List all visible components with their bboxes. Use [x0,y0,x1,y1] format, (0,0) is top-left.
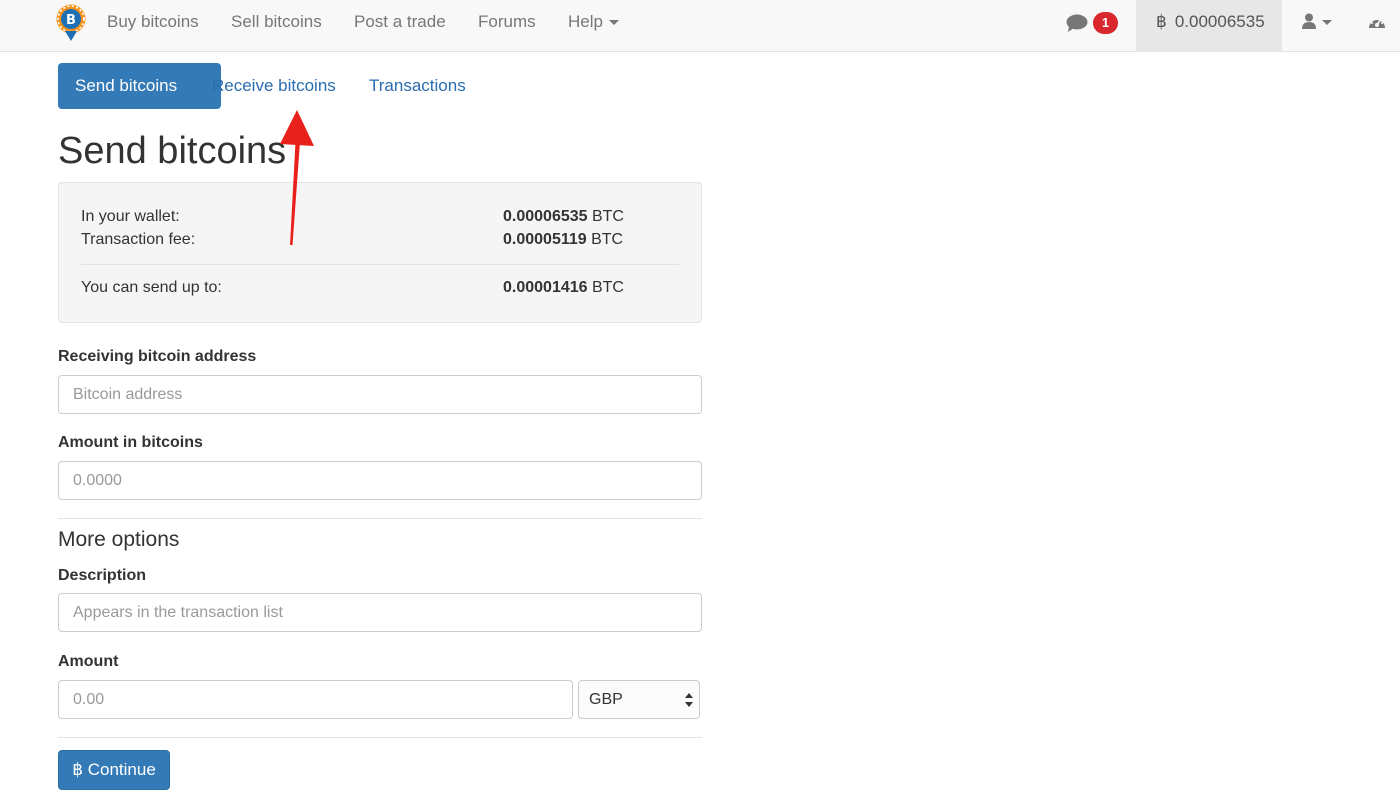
can-send-value: 0.00001416 BTC [503,279,624,297]
wallet-balance-nav[interactable]: ฿ 0.00006535 [1136,0,1282,52]
transaction-fee-label: Transaction fee: [81,231,196,248]
more-options-heading: More options [58,528,180,551]
amount-btc-input[interactable] [58,461,702,500]
wallet-summary-panel: In your wallet: 0.00006535 BTC Transacti… [58,182,702,323]
page-title: Send bitcoins [58,130,287,172]
user-icon [1302,13,1316,29]
section-divider [58,518,702,519]
description-input[interactable] [58,593,702,632]
nav-help-dropdown[interactable]: Help [568,0,619,44]
chat-bubble-icon [1066,14,1088,32]
nav-buy-bitcoins[interactable]: Buy bitcoins [107,0,199,44]
continue-label: Continue [87,760,156,779]
nav-help-label: Help [568,12,603,31]
messages-count-badge: 1 [1093,12,1118,34]
tab-transactions[interactable]: Transactions [352,63,483,109]
in-wallet-amount: 0.00006535 [503,208,588,225]
receiving-address-label: Receiving bitcoin address [58,348,257,365]
in-wallet-label: In your wallet: [81,208,180,225]
select-arrows-icon [685,693,693,707]
localbitcoins-logo[interactable]: B [55,3,87,43]
wallet-balance-value: 0.00006535 [1174,12,1265,31]
bitcoin-icon: ฿ [72,760,84,779]
amount-label: Amount [58,653,119,670]
messages-button[interactable]: 1 [1066,12,1122,34]
description-label: Description [58,567,147,584]
bitcoin-address-input[interactable] [58,375,702,414]
currency-selected-value: GBP [589,691,623,708]
user-menu-dropdown[interactable] [1302,13,1336,33]
svg-text:B: B [66,13,76,28]
transaction-fee-value: 0.00005119 BTC [503,231,623,249]
unit-label: BTC [591,279,624,296]
can-send-label: You can send up to: [81,279,222,296]
unit-label: BTC [591,231,624,248]
form-bottom-divider [58,737,702,738]
nav-sell-bitcoins[interactable]: Sell bitcoins [231,0,322,44]
top-navbar: B Buy bitcoins Sell bitcoins Post a trad… [0,0,1400,52]
transaction-fee-amount: 0.00005119 [503,231,587,248]
amount-fiat-input[interactable] [58,680,573,719]
nav-post-a-trade[interactable]: Post a trade [354,0,446,44]
chevron-down-icon [608,20,619,26]
in-wallet-value: 0.00006535 BTC [503,208,624,226]
can-send-amount: 0.00001416 [503,279,588,296]
dashboard-icon[interactable] [1367,13,1387,31]
tab-receive-bitcoins[interactable]: Receive bitcoins [195,63,353,109]
unit-label: BTC [591,208,624,225]
amount-in-bitcoins-label: Amount in bitcoins [58,434,203,451]
bitcoin-icon: ฿ [1156,12,1167,31]
currency-select[interactable]: GBP [578,680,700,719]
nav-forums[interactable]: Forums [478,0,536,44]
chevron-down-icon [1322,20,1332,25]
continue-button[interactable]: ฿ Continue [58,750,170,790]
wallet-divider [81,264,679,265]
